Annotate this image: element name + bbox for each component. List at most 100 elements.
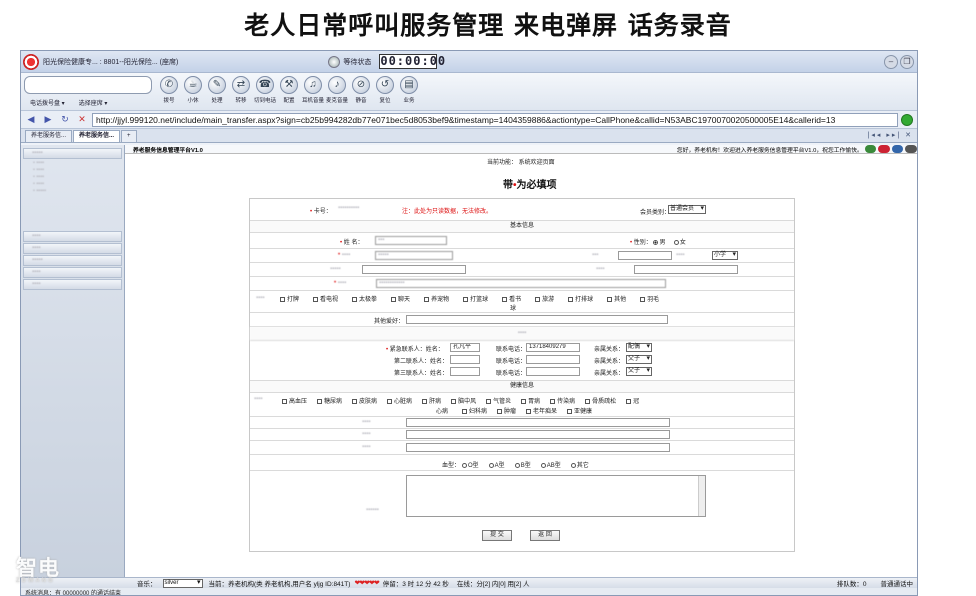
checkbox[interactable] [463,296,469,302]
checkbox-option[interactable]: 皮肤病 [352,398,377,405]
contact1-phone[interactable]: 13718409279 [526,343,580,352]
checkbox-option[interactable]: 看电视 [313,296,338,303]
name-field[interactable]: ▪▪▪ [375,236,447,245]
checkbox-option[interactable]: 糖尿病 [317,398,342,405]
checkbox-option[interactable]: 骨质疏松 [585,398,616,405]
restore-icon[interactable]: ❐ [900,54,914,69]
radio[interactable] [488,462,494,468]
contact1-relation-select[interactable]: 配偶 [626,343,652,352]
checkbox-option[interactable]: 肿瘤 [497,408,516,415]
contact3-name[interactable] [450,367,480,376]
checkbox[interactable] [352,398,358,404]
back-button[interactable]: 返 回 [530,530,560,541]
checkbox[interactable] [486,398,492,404]
checkbox[interactable] [391,296,397,302]
checkbox-option[interactable]: 胃病 [521,398,540,405]
contact2-name[interactable] [450,355,480,364]
contact3-relation-select[interactable]: 父子 [626,367,652,376]
checkbox[interactable] [550,398,556,404]
blood-type-radio[interactable]: 其它 [570,462,589,469]
blood-type-radio[interactable]: O型 [462,462,479,469]
checkbox-option[interactable]: 太极拳 [352,296,377,303]
refresh-icon[interactable]: ↻ [58,113,72,126]
birth-field[interactable]: ▪▪▪▪▪ [375,251,453,260]
sidebar-subitem[interactable]: • ▪▪▪▪ [23,160,122,167]
sidebar-group[interactable]: ▪▪▪▪▪ [23,255,122,266]
checkbox[interactable] [568,296,574,302]
toolbar-button[interactable]: ⊘ 静音 [350,76,372,104]
checkbox[interactable] [607,296,613,302]
medication-field[interactable] [406,443,670,452]
header-button-4[interactable] [905,145,917,153]
checkbox[interactable] [387,398,393,404]
checkbox[interactable] [640,296,646,302]
checkbox[interactable] [317,398,323,404]
checkbox[interactable] [567,408,573,414]
textarea-scrollbar[interactable] [698,476,705,516]
checkbox[interactable] [424,296,430,302]
tab-elder-service-2[interactable]: 养老服务信... [73,130,121,142]
checkbox[interactable] [585,398,591,404]
checkbox-option[interactable]: 传染病 [550,398,575,405]
gender-female-radio[interactable] [673,239,679,245]
contact1-name[interactable]: 孔凡平 [450,343,480,352]
back-arrow-icon[interactable]: ◀ [24,113,38,126]
music-select[interactable]: silver [162,578,203,588]
checkbox-option[interactable]: 心脏病 [387,398,412,405]
url-field[interactable]: http://jjyl.999120.net/include/main_tran… [92,112,898,127]
checkbox-option[interactable]: 旅游 [535,296,554,303]
checkbox[interactable] [282,398,287,404]
sidebar-group[interactable]: ▪▪▪▪ [23,243,122,254]
checkbox-option[interactable]: 脑中风 [451,398,476,405]
checkbox-option[interactable]: 老年痴呆 [526,408,557,415]
member-type-select[interactable]: 普通会员 [668,205,706,214]
checkbox-option[interactable]: 气管炎 [486,398,511,405]
go-icon[interactable] [901,113,913,126]
toolbar-button[interactable]: ☕ 小休 [182,76,204,104]
toolbar-button[interactable]: ↺ 复位 [374,76,396,104]
sidebar-group[interactable]: ▪▪▪▪ [23,231,122,242]
radio[interactable] [514,462,520,468]
education-select[interactable]: 小学 [712,251,738,260]
tab-scroll-controls[interactable]: |◂◂ ▸▸| ✕ [868,130,913,142]
checkbox[interactable] [535,296,541,302]
wait-status[interactable]: 等待状态 [328,55,371,68]
checkbox[interactable] [526,408,532,414]
job-field[interactable] [618,251,672,260]
sidebar-group[interactable]: ▪▪▪▪ [23,267,122,278]
sidebar-group[interactable]: ▪▪▪▪ [23,279,122,290]
sidebar-subitem[interactable]: • ▪▪▪▪ [23,174,122,181]
sidebar-group[interactable]: ▪▪▪▪▪ [23,148,122,159]
contact3-phone[interactable] [526,367,580,376]
checkbox-option[interactable]: 高血压 [282,398,307,405]
address-field[interactable]: ▪▪▪▪▪▪▪▪▪▪▪▪ [376,279,666,288]
dial-input[interactable] [24,76,152,94]
toolbar-button[interactable]: ⇄ 转移 [230,76,252,104]
toolbar-button[interactable]: ⚒ 配置 [278,76,300,104]
blood-type-radio[interactable]: AB型 [540,462,561,469]
new-tab-icon[interactable]: + [121,130,137,142]
tab-elder-service-1[interactable]: 养老服务信... [25,130,73,142]
checkbox-option[interactable]: 聊天 [391,296,410,303]
contact2-relation-select[interactable]: 父子 [626,355,652,364]
submit-button[interactable]: 提 交 [482,530,512,541]
checkbox-option[interactable]: 打牌 [280,296,299,303]
toolbar-button[interactable]: ✎ 处理 [206,76,228,104]
header-button-2[interactable] [878,145,890,153]
checkbox[interactable] [521,398,527,404]
header-button-1[interactable] [864,145,877,153]
checkbox[interactable] [502,296,508,302]
checkbox-option[interactable]: 其他 [607,296,626,303]
allergy-field[interactable] [406,430,670,439]
checkbox[interactable] [451,398,457,404]
queue-select-menu[interactable]: 选择座席 ▾ [79,98,108,107]
radio[interactable] [540,462,546,468]
sidebar-subitem[interactable]: • ▪▪▪▪▪ [23,188,122,195]
header-button-3[interactable] [891,145,904,153]
blood-type-radio[interactable]: A型 [488,462,505,469]
checkbox-option[interactable]: 打篮球 [463,296,488,303]
toolbar-button[interactable]: ✆ 拨号 [158,76,180,104]
checkbox-option[interactable]: 羽毛 [640,296,659,303]
contact2-phone[interactable] [526,355,580,364]
checkbox[interactable] [313,296,319,302]
